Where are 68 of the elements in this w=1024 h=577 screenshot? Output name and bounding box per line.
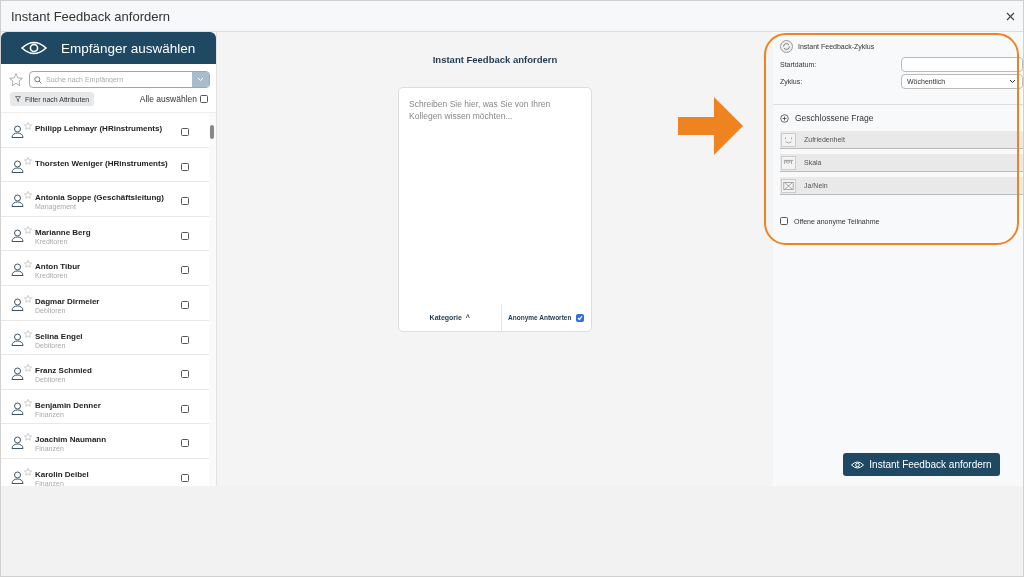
person-icon — [11, 125, 24, 138]
scale-icon — [781, 155, 796, 170]
star-icon[interactable] — [24, 364, 32, 373]
star-icon[interactable] — [24, 398, 32, 407]
recipient-checkbox[interactable] — [181, 231, 189, 240]
recipient-checkbox[interactable] — [181, 335, 189, 344]
scrollbar[interactable] — [209, 113, 216, 486]
star-icon[interactable] — [24, 467, 32, 476]
smiley-icon — [781, 132, 796, 147]
closed-question-label: Geschlossene Frage — [795, 113, 874, 123]
person-icon — [11, 297, 24, 311]
person-icon — [11, 228, 24, 242]
person-icon — [11, 367, 24, 381]
panel-title: Empfänger auswählen — [61, 40, 196, 56]
person-icon — [11, 159, 24, 173]
recipient-checkbox[interactable] — [181, 370, 189, 379]
compose-title: Instant Feedback anfordern — [432, 54, 558, 65]
recipient-name: Marianne Berg — [35, 227, 92, 237]
person-icon — [11, 436, 24, 450]
recipient-name: Anton Tibur — [35, 262, 82, 272]
chevron-down-icon — [1009, 79, 1016, 84]
eye-icon — [851, 460, 865, 469]
favorites-star-icon[interactable] — [9, 72, 23, 87]
recipient-name: Benjamin Denner — [35, 400, 102, 410]
star-icon[interactable] — [24, 191, 32, 200]
star-icon[interactable] — [24, 329, 32, 338]
recipient-name: Dagmar Dirmeier — [35, 296, 101, 306]
close-icon[interactable] — [1006, 11, 1015, 21]
anonymous-checkbox[interactable] — [576, 313, 585, 322]
yes-no-icon — [781, 178, 796, 193]
star-icon[interactable] — [24, 433, 32, 442]
chevron-down-icon — [197, 77, 204, 82]
start-date-field[interactable] — [901, 57, 1023, 72]
star-icon[interactable] — [24, 225, 32, 234]
recipient-checkbox[interactable] — [181, 300, 189, 309]
eye-icon — [21, 40, 47, 56]
filter-icon — [15, 96, 21, 102]
window-title: Instant Feedback anfordern — [11, 8, 170, 24]
star-icon[interactable] — [24, 260, 32, 269]
person-icon — [11, 401, 24, 415]
recipient-name: Franz Schmied — [35, 366, 93, 376]
plus-circle-icon[interactable] — [780, 113, 789, 123]
open-anonymous-checkbox[interactable] — [780, 217, 788, 225]
recipient-name: Antonia Soppe (Geschäftsleitung) — [35, 193, 165, 203]
recipient-checkbox[interactable] — [181, 439, 189, 448]
recipient-name: Selina Engel — [35, 331, 84, 341]
recipient-checkbox[interactable] — [181, 266, 189, 275]
select-all-label: Alle auswählen — [139, 94, 197, 104]
search-icon — [34, 75, 42, 84]
person-icon — [11, 332, 24, 346]
star-icon[interactable] — [24, 156, 32, 165]
person-icon — [11, 470, 24, 484]
recipient-name: Thorsten Weniger (HRinstruments) — [35, 158, 169, 168]
submit-button[interactable]: Instant Feedback anfordern — [843, 453, 1000, 476]
recipient-checkbox[interactable] — [181, 197, 189, 206]
cycle-icon — [780, 40, 793, 53]
star-icon[interactable] — [24, 294, 32, 303]
recipient-checkbox[interactable] — [181, 473, 189, 482]
recipient-checkbox[interactable] — [181, 404, 189, 413]
recipient-checkbox[interactable] — [181, 128, 189, 136]
recipient-checkbox[interactable] — [181, 162, 189, 171]
person-icon — [11, 194, 24, 208]
recipient-name: Karolin Deibel — [35, 469, 90, 479]
recipient-name: Philipp Lehmayr (HRinstruments) — [35, 124, 164, 133]
select-all-checkbox[interactable] — [200, 95, 208, 103]
star-icon[interactable] — [24, 122, 32, 130]
person-icon — [11, 263, 24, 277]
recipient-name: Joachim Naumann — [35, 435, 108, 445]
